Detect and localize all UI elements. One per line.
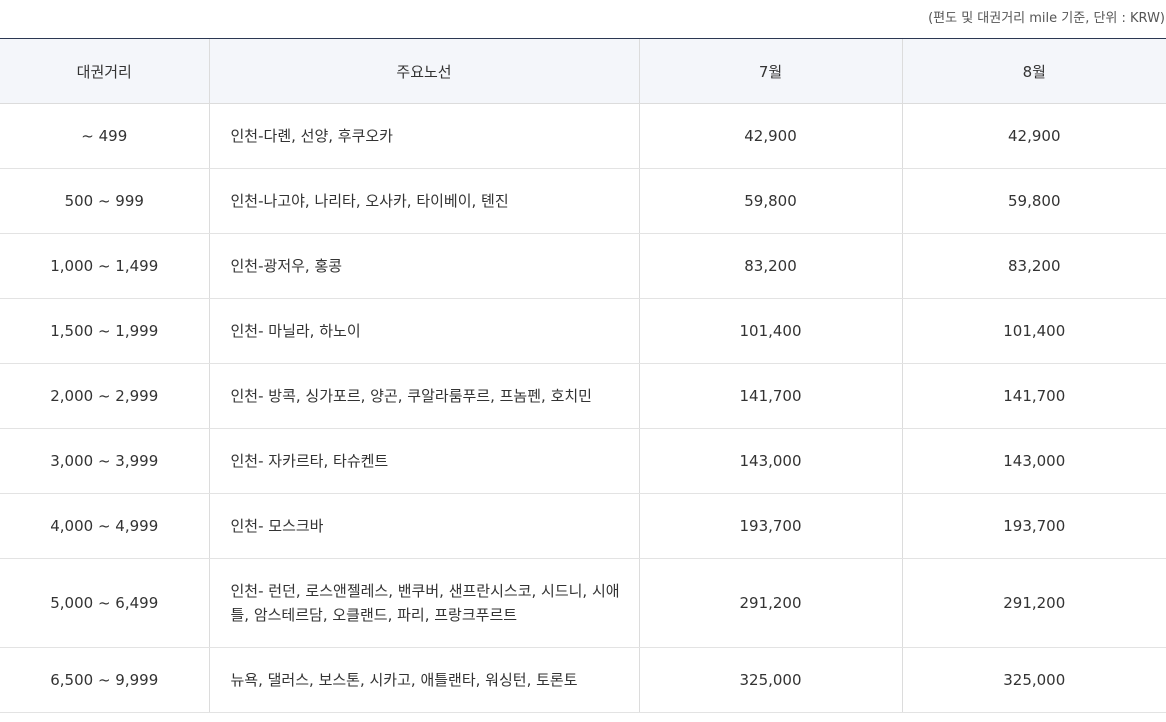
distance-cell: 1,500 ~ 1,999 (0, 298, 209, 364)
july-fare-cell: 42,900 (638, 103, 902, 169)
header-august: 8월 (901, 38, 1166, 104)
routes-text: 인천-나고야, 나리타, 오사카, 타이베이, 톈진 (230, 192, 509, 210)
august-fare-cell: 325,000 (901, 647, 1166, 713)
august-fare-cell: 291,200 (901, 558, 1166, 648)
distance-cell: 500 ~ 999 (0, 168, 209, 234)
distance-cell: 1,000 ~ 1,499 (0, 233, 209, 299)
routes-text: 인천- 방콕, 싱가포르, 양곤, 쿠알라룸푸르, 프놈펜, 호치민 (230, 387, 592, 405)
table-row: 5,000 ~ 6,499 인천- 런던, 로스앤젤레스, 밴쿠버, 샌프란시스… (0, 558, 1166, 648)
table-row: 1,500 ~ 1,999 인천- 마닐라, 하노이 101,400 101,4… (0, 298, 1166, 364)
august-fare-cell: 101,400 (901, 298, 1166, 364)
header-distance: 대권거리 (0, 38, 209, 104)
routes-cell: 인천- 마닐라, 하노이 (208, 298, 639, 364)
routes-cell: 인천- 런던, 로스앤젤레스, 밴쿠버, 샌프란시스코, 시드니, 시애틀, 암… (208, 558, 639, 648)
routes-text: 뉴욕, 댈러스, 보스톤, 시카고, 애틀랜타, 워싱턴, 토론토 (230, 671, 578, 689)
august-fare-cell: 59,800 (901, 168, 1166, 234)
distance-cell: 2,000 ~ 2,999 (0, 363, 209, 429)
distance-cell: 3,000 ~ 3,999 (0, 428, 209, 494)
table-row: 1,000 ~ 1,499 인천-광저우, 홍콩 83,200 83,200 (0, 233, 1166, 299)
table-header-row: 대권거리 주요노선 7월 8월 (0, 38, 1166, 104)
routes-text: 인천- 런던, 로스앤젤레스, 밴쿠버, 샌프란시스코, 시드니, 시애틀, 암… (230, 582, 620, 624)
august-fare-cell: 193,700 (901, 493, 1166, 559)
routes-cell: 인천-광저우, 홍콩 (208, 233, 639, 299)
routes-cell: 인천- 자카르타, 타슈켄트 (208, 428, 639, 494)
august-fare-cell: 141,700 (901, 363, 1166, 429)
table-row: 500 ~ 999 인천-나고야, 나리타, 오사카, 타이베이, 톈진 59,… (0, 168, 1166, 234)
july-fare-cell: 291,200 (638, 558, 902, 648)
distance-cell: 5,000 ~ 6,499 (0, 558, 209, 648)
july-fare-cell: 325,000 (638, 647, 902, 713)
august-fare-cell: 143,000 (901, 428, 1166, 494)
july-fare-cell: 59,800 (638, 168, 902, 234)
distance-cell: ~ 499 (0, 103, 209, 169)
routes-text: 인천- 자카르타, 타슈켄트 (230, 452, 389, 470)
unit-note: (편도 및 대권거리 mile 기준, 단위 : KRW) (928, 11, 1165, 26)
routes-text: 인천- 모스크바 (230, 517, 324, 535)
table-row: 6,500 ~ 9,999 뉴욕, 댈러스, 보스톤, 시카고, 애틀랜타, 워… (0, 647, 1166, 713)
routes-cell: 인천- 방콕, 싱가포르, 양곤, 쿠알라룸푸르, 프놈펜, 호치민 (208, 363, 639, 429)
distance-cell: 6,500 ~ 9,999 (0, 647, 209, 713)
table-row: ~ 499 인천-다롄, 선양, 후쿠오카 42,900 42,900 (0, 103, 1166, 169)
july-fare-cell: 141,700 (638, 363, 902, 429)
july-fare-cell: 143,000 (638, 428, 902, 494)
july-fare-cell: 193,700 (638, 493, 902, 559)
routes-cell: 인천-나고야, 나리타, 오사카, 타이베이, 톈진 (208, 168, 639, 234)
august-fare-cell: 42,900 (901, 103, 1166, 169)
header-routes: 주요노선 (208, 38, 639, 104)
fuel-surcharge-table: 대권거리 주요노선 7월 8월 ~ 499 인천-다롄, 선양, 후쿠오카 42… (0, 38, 1166, 713)
header-july: 7월 (638, 38, 902, 104)
table-row: 4,000 ~ 4,999 인천- 모스크바 193,700 193,700 (0, 493, 1166, 559)
table-row: 3,000 ~ 3,999 인천- 자카르타, 타슈켄트 143,000 143… (0, 428, 1166, 494)
routes-text: 인천-광저우, 홍콩 (230, 257, 343, 275)
routes-text: 인천-다롄, 선양, 후쿠오카 (230, 127, 394, 145)
august-fare-cell: 83,200 (901, 233, 1166, 299)
july-fare-cell: 83,200 (638, 233, 902, 299)
table-row: 2,000 ~ 2,999 인천- 방콕, 싱가포르, 양곤, 쿠알라룸푸르, … (0, 363, 1166, 429)
routes-cell: 인천- 모스크바 (208, 493, 639, 559)
july-fare-cell: 101,400 (638, 298, 902, 364)
routes-cell: 인천-다롄, 선양, 후쿠오카 (208, 103, 639, 169)
routes-text: 인천- 마닐라, 하노이 (230, 322, 361, 340)
distance-cell: 4,000 ~ 4,999 (0, 493, 209, 559)
routes-cell: 뉴욕, 댈러스, 보스톤, 시카고, 애틀랜타, 워싱턴, 토론토 (208, 647, 639, 713)
